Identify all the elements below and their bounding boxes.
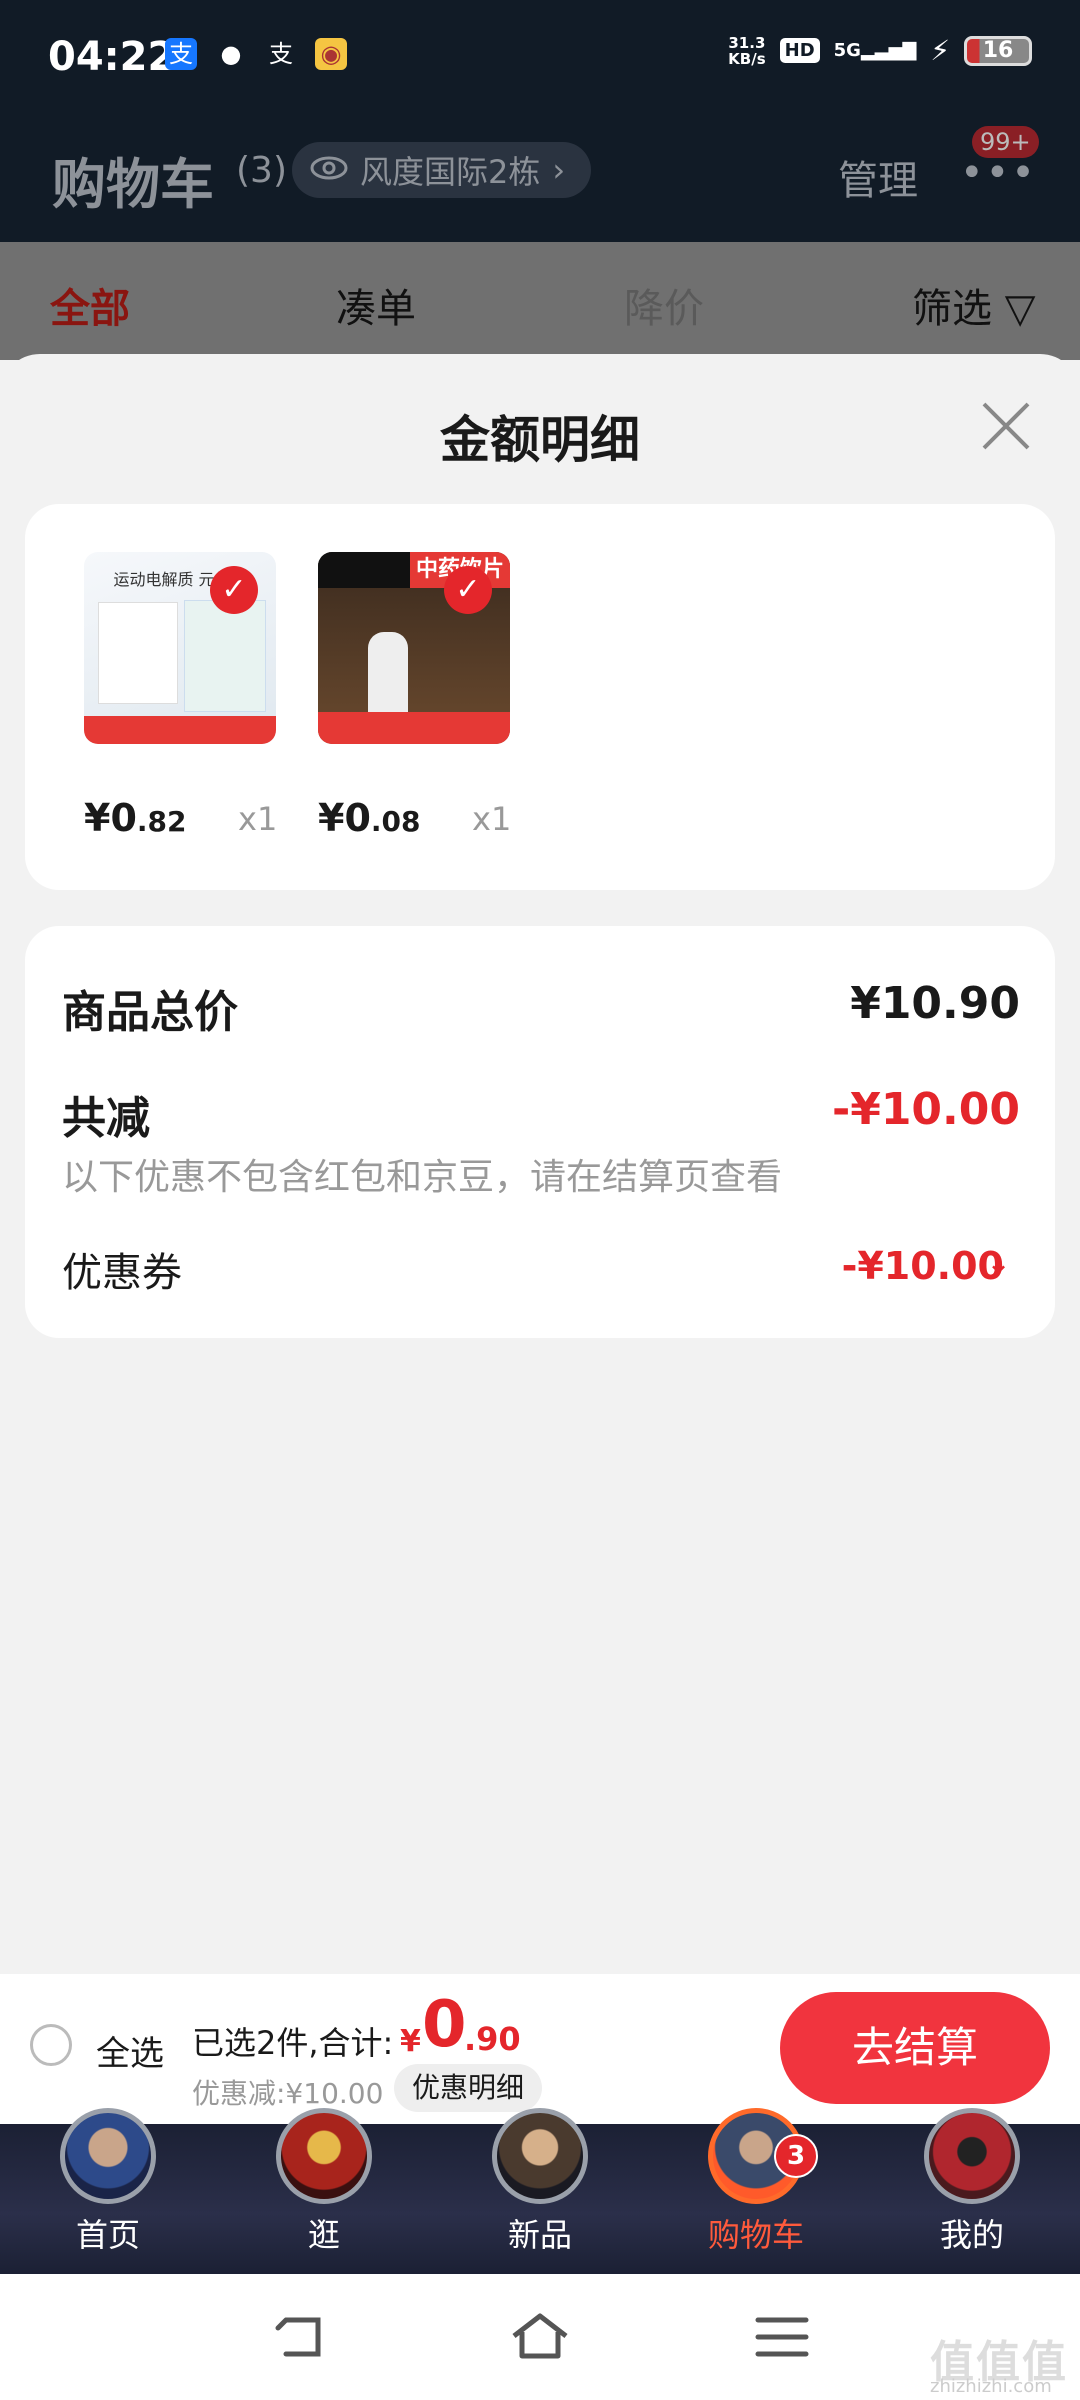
message-badge: 99+ xyxy=(972,126,1039,158)
nav-label: 首页 xyxy=(75,2216,140,2254)
filter-icon: ▽ xyxy=(1004,286,1036,332)
notification-icons: 支 ● 支 ◉ xyxy=(165,38,347,70)
select-all-label[interactable]: 全选 xyxy=(96,2026,164,2075)
thor-icon xyxy=(492,2108,588,2204)
nav-label: 购物车 xyxy=(707,2216,804,2254)
tab-price-drop[interactable]: 降价 xyxy=(624,276,704,334)
goods-total-value: ¥10.90 xyxy=(850,978,1020,1029)
app-notification-icon: ◉ xyxy=(315,38,347,70)
total-decimal: .90 xyxy=(464,2020,521,2058)
clock: 04:22 xyxy=(48,34,176,80)
status-indicators: 31.3 KB/s HD 5G▂▃▅▇ ⚡ 16 xyxy=(728,34,1032,67)
manage-button[interactable]: 管理 xyxy=(838,148,918,206)
cart-badge: 3 xyxy=(774,2134,818,2178)
home-icon[interactable] xyxy=(510,2312,570,2362)
charging-icon: ⚡ xyxy=(930,34,950,67)
wechat-icon: ● xyxy=(220,40,242,68)
item-qty: x1 xyxy=(472,800,512,838)
selected-summary: 已选2件,合计: xyxy=(192,2024,394,2062)
address-selector[interactable]: 风度国际2栋 › xyxy=(292,142,592,198)
status-bar: 04:22 支 ● 支 ◉ 31.3 KB/s HD 5G▂▃▅▇ ⚡ 16 xyxy=(0,0,1080,120)
coupon-label: 优惠券 xyxy=(62,1250,182,1296)
checked-icon: ✓ xyxy=(210,566,258,614)
discount-detail-button[interactable]: 优惠明细 xyxy=(394,2064,543,2112)
reduce-value: -¥10.00 xyxy=(831,1084,1020,1135)
signal-icon: 5G▂▃▅▇ xyxy=(833,40,917,61)
menu-icon[interactable] xyxy=(752,2312,812,2362)
cart-count: (3) xyxy=(236,150,287,191)
iron-man-icon xyxy=(276,2108,372,2204)
total-currency: ¥ xyxy=(400,2024,421,2059)
watermark-url: zhizhizhi.com xyxy=(930,2376,1052,2397)
alipay-icon: 支 xyxy=(165,38,197,70)
nav-mine[interactable]: 我的 xyxy=(892,2108,1052,2256)
page-title: 购物车 xyxy=(52,153,214,216)
tab-bundle[interactable]: 凑单 xyxy=(336,276,416,334)
nav-label: 新品 xyxy=(507,2216,572,2254)
tab-filter[interactable]: 筛选 ▽ xyxy=(912,276,1035,334)
nav-explore[interactable]: 逛 xyxy=(244,2108,404,2256)
tab-all[interactable]: 全部 xyxy=(50,276,130,334)
nav-label: 逛 xyxy=(307,2216,340,2254)
chevron-right-icon: › xyxy=(552,151,566,189)
back-icon[interactable] xyxy=(272,2312,332,2362)
eye-icon xyxy=(310,151,348,189)
ant-man-icon xyxy=(924,2108,1020,2204)
nav-home[interactable]: 首页 xyxy=(28,2108,188,2256)
net-speed: 31.3 KB/s xyxy=(728,33,766,68)
sheet-title: 金额明细 xyxy=(440,411,640,469)
nav-label: 我的 xyxy=(939,2216,1004,2254)
discount-note: 以下优惠不包含红包和京豆，请在结算页查看 xyxy=(62,1157,783,1198)
alipay-outline-icon: 支 xyxy=(269,40,293,68)
battery-icon: 16 xyxy=(964,35,1032,66)
hd-icon: HD xyxy=(779,38,820,63)
checked-icon: ✓ xyxy=(444,566,492,614)
chevron-down-icon[interactable]: ⌄ xyxy=(986,1246,1011,1281)
nav-cart[interactable]: 3 购物车 xyxy=(676,2108,836,2256)
captain-america-icon xyxy=(60,2108,156,2204)
reduce-label: 共减 xyxy=(62,1093,150,1144)
address-label: 风度国际2栋 xyxy=(360,153,541,191)
item-qty: x1 xyxy=(238,800,278,838)
close-icon[interactable] xyxy=(980,400,1032,452)
nav-new[interactable]: 新品 xyxy=(460,2108,620,2256)
item-price: ¥0.82 xyxy=(84,796,187,840)
coupon-value[interactable]: -¥10.00 xyxy=(842,1244,1004,1288)
item-price: ¥0.08 xyxy=(318,796,421,840)
discount-summary: 优惠减:¥10.00 xyxy=(192,2077,384,2110)
checkout-button[interactable]: 去结算 xyxy=(780,1992,1050,2104)
total-amount: 0 xyxy=(422,1988,467,2062)
select-all-radio[interactable] xyxy=(30,2024,72,2066)
goods-total-label: 商品总价 xyxy=(62,987,238,1038)
